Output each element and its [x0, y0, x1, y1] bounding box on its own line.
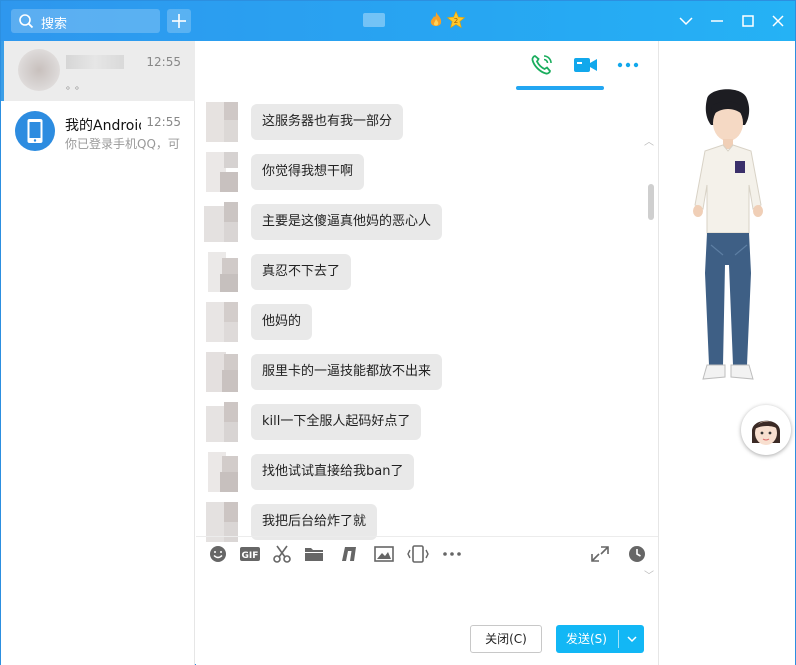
scissors-icon[interactable]	[272, 545, 292, 563]
message-bubble: kill一下全服人起码好点了	[251, 404, 422, 440]
character-figure	[693, 89, 763, 380]
message-row: 真忍不下去了	[196, 252, 646, 296]
message-input[interactable]	[196, 571, 658, 631]
message-bubble: 你觉得我想干啊	[251, 154, 365, 190]
message-row: 找他试试直接给我ban了	[196, 452, 646, 496]
folder-icon[interactable]	[304, 545, 324, 563]
message-row: kill一下全服人起码好点了	[196, 402, 646, 446]
send-divider	[618, 630, 619, 648]
contact-time: 12:55	[146, 55, 181, 69]
search-box[interactable]: 搜索	[11, 9, 160, 33]
emoji-icon[interactable]	[208, 545, 228, 563]
message-bubble: 找他试试直接给我ban了	[251, 454, 415, 490]
add-button[interactable]	[167, 9, 191, 33]
message-bubble: 我把后台给炸了就	[251, 504, 378, 540]
avatar	[206, 302, 238, 342]
star-badge-icon: 2	[447, 11, 465, 29]
message-bubble: 主要是这傻逼真他妈的恶心人	[251, 204, 443, 240]
close-icon[interactable]	[768, 11, 788, 31]
avatar	[206, 402, 238, 442]
contact-item-selected[interactable]: 。。 12:55	[1, 41, 195, 101]
input-toolbar: GIF	[196, 536, 658, 570]
close-chat-button[interactable]: 关闭(C)	[470, 625, 542, 653]
contact-preview: 你已登录手机QQ，可	[65, 137, 180, 151]
avatar-show-panel	[658, 41, 795, 665]
message-row: 主要是这傻逼真他妈的恶心人	[196, 202, 646, 246]
search-icon	[19, 14, 34, 29]
message-bubble: 服里卡的一逼技能都放不出来	[251, 354, 443, 390]
chat-title-blurred	[363, 13, 385, 27]
clock-icon[interactable]	[627, 545, 647, 563]
star-badge-number: 2	[454, 17, 458, 25]
gif-label: GIF	[242, 551, 259, 561]
contact-name-blurred	[66, 55, 124, 69]
contact-time: 12:55	[146, 115, 181, 129]
qq-chat-window: 搜索 2 。。 12:55 我的Android 12:55 你已登录手机QQ，可…	[0, 0, 796, 665]
message-row: 服里卡的一逼技能都放不出来	[196, 352, 646, 396]
title-bar: 搜索 2	[1, 1, 795, 41]
minimize-icon[interactable]	[707, 11, 727, 31]
message-row: 这服务器也有我一部分	[196, 102, 646, 146]
avatar	[206, 352, 238, 392]
flame-icon	[430, 12, 442, 26]
message-row: 你觉得我想干啊	[196, 152, 646, 196]
avatar	[208, 252, 238, 292]
avatar	[206, 102, 238, 142]
contact-list: 。。 12:55 我的Android 12:55 你已登录手机QQ，可	[1, 41, 195, 665]
message-list[interactable]: ︿ ﹀ 这服务器也有我一部分 你觉得我想干啊 主要是这傻逼真他妈的恶心人 真忍不…	[196, 89, 658, 579]
more-tools-icon[interactable]	[442, 545, 462, 563]
avatar	[18, 49, 60, 91]
image-icon[interactable]	[374, 545, 394, 563]
contact-name: 我的Android	[65, 118, 141, 134]
maximize-icon[interactable]	[738, 11, 758, 31]
music-icon[interactable]	[339, 545, 359, 563]
expand-icon[interactable]	[590, 545, 610, 563]
send-button-label: 发送(S)	[566, 632, 607, 646]
contact-preview: 。。	[66, 81, 89, 92]
phone-device-icon	[15, 111, 55, 151]
avatar	[204, 202, 238, 242]
message-bubble: 这服务器也有我一部分	[251, 104, 404, 140]
avatar	[206, 152, 238, 192]
message-bubble: 真忍不下去了	[251, 254, 352, 290]
contact-item-my-android[interactable]: 我的Android 12:55 你已登录手机QQ，可	[1, 101, 195, 161]
phone-call-icon[interactable]	[529, 53, 555, 77]
gif-icon[interactable]: GIF	[239, 545, 261, 563]
search-placeholder: 搜索	[41, 17, 68, 32]
message-bubble: 他妈的	[251, 304, 313, 340]
plus-icon	[172, 14, 186, 28]
avatar	[208, 452, 238, 492]
chevron-down-icon[interactable]	[622, 625, 642, 653]
message-row: 他妈的	[196, 302, 646, 346]
video-call-icon[interactable]	[572, 53, 598, 77]
avatar-switch-button[interactable]	[741, 405, 791, 455]
girl-avatar-icon	[751, 420, 781, 445]
chevron-down-icon[interactable]	[676, 11, 696, 31]
send-button[interactable]: 发送(S)	[556, 625, 644, 653]
more-icon[interactable]	[615, 53, 641, 77]
scrollbar-thumb[interactable]	[648, 184, 654, 220]
chat-panel: ︿ ﹀ 这服务器也有我一部分 你觉得我想干啊 主要是这傻逼真他妈的恶心人 真忍不…	[196, 41, 658, 665]
chat-header	[196, 41, 658, 90]
shake-icon[interactable]	[407, 545, 429, 563]
